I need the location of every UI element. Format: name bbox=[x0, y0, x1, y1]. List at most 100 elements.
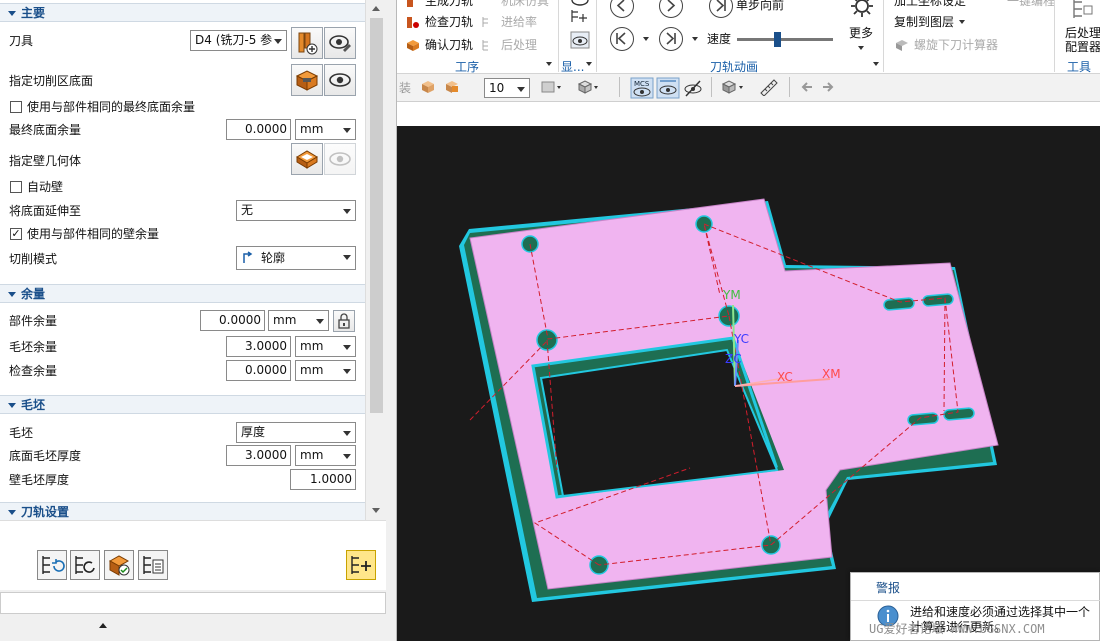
more-label[interactable]: 更多 bbox=[849, 25, 873, 41]
part-icon[interactable] bbox=[420, 79, 436, 95]
toolbar-left-label: 装 bbox=[399, 81, 412, 95]
step-forward-label: 单步向前 bbox=[736, 0, 785, 12]
auto-wall-checkbox[interactable] bbox=[10, 181, 22, 193]
back-arrow-icon[interactable] bbox=[800, 81, 814, 93]
check-stock-unit-select[interactable]: mm bbox=[295, 360, 356, 381]
feedrate-item[interactable]: 进给率 bbox=[481, 14, 537, 30]
part-model[interactable] bbox=[397, 126, 1100, 641]
rewind-button[interactable] bbox=[610, 0, 634, 18]
assembly-icon[interactable] bbox=[444, 79, 460, 95]
tool-label: 刀具 bbox=[9, 34, 34, 48]
verify-button[interactable] bbox=[104, 550, 134, 580]
unit-value: mm bbox=[300, 122, 324, 136]
count-select[interactable]: 10 bbox=[484, 78, 530, 98]
section-toolpath-header[interactable]: 刀轨设置 bbox=[0, 502, 365, 520]
dialog-scrollbar[interactable] bbox=[365, 0, 386, 520]
generate-toolpath-item[interactable]: 生成刀轨 bbox=[405, 0, 473, 9]
extend-select[interactable]: 无 bbox=[236, 200, 356, 221]
chevron-down-icon bbox=[517, 87, 525, 92]
graphics-viewport[interactable]: XM YM XC YC ZC bbox=[397, 126, 1100, 641]
cut-mode-value: 轮廓 bbox=[261, 251, 286, 265]
postprocess-item[interactable]: 后处理 bbox=[481, 37, 537, 53]
replay-button[interactable] bbox=[70, 550, 100, 580]
chevron-down-icon bbox=[343, 454, 351, 459]
play-button[interactable] bbox=[659, 0, 683, 18]
tool-select[interactable]: D4 (铣刀-5 参 bbox=[190, 30, 287, 51]
same-floor-checkbox[interactable] bbox=[10, 101, 22, 113]
chevron-down-icon bbox=[343, 128, 351, 133]
scrollbar-thumb[interactable] bbox=[370, 18, 383, 413]
blank-display-icon[interactable] bbox=[721, 79, 747, 95]
check-stock-input[interactable]: 0.0000 bbox=[226, 360, 291, 381]
part-stock-input[interactable]: 0.0000 bbox=[200, 310, 265, 331]
same-wall-checkbox[interactable]: ✓ bbox=[10, 228, 22, 240]
lock-button[interactable] bbox=[333, 310, 355, 332]
mcs-display-icon[interactable]: MCS bbox=[630, 77, 654, 99]
chevron-down-icon[interactable] bbox=[692, 37, 698, 41]
render-style-icon[interactable] bbox=[577, 79, 601, 95]
postprocess-label: 后处理 bbox=[501, 38, 538, 52]
show-wall-button[interactable] bbox=[324, 143, 356, 175]
speed-slider-thumb[interactable] bbox=[774, 32, 782, 47]
chevron-down-icon bbox=[343, 431, 351, 436]
quick-program-button[interactable] bbox=[346, 550, 376, 580]
edit-tool-button[interactable] bbox=[324, 27, 356, 59]
scroll-down-icon[interactable] bbox=[372, 508, 380, 513]
section-main-header[interactable]: 主要 bbox=[0, 3, 365, 22]
collapse-arrow-icon bbox=[8, 292, 16, 297]
speed-slider-track[interactable] bbox=[737, 32, 833, 47]
play-icon bbox=[667, 0, 676, 12]
floor-blank-unit-select[interactable]: mm bbox=[295, 445, 356, 466]
post-config-label-2[interactable]: 配置器 bbox=[1065, 39, 1100, 55]
machine-sim-item[interactable]: 机床仿真 bbox=[481, 0, 549, 9]
part-stock-unit-select[interactable]: mm bbox=[268, 310, 329, 331]
coord-item[interactable]: 加工坐标设定 bbox=[894, 0, 966, 9]
check-toolpath-label: 检查刀轨 bbox=[425, 15, 474, 29]
group-display-expand-icon[interactable] bbox=[586, 62, 592, 66]
thread-calc-item[interactable]: 螺旋下刀计算器 bbox=[894, 37, 998, 53]
cut-mode-select[interactable]: 轮廓 bbox=[236, 246, 356, 270]
hide-toolpath-icon[interactable] bbox=[682, 77, 704, 99]
collapse-bar[interactable] bbox=[0, 617, 386, 635]
generate-button[interactable] bbox=[37, 550, 67, 580]
blank-stock-input[interactable]: 3.0000 bbox=[226, 336, 291, 357]
forward-arrow-icon[interactable] bbox=[821, 81, 835, 93]
check-toolpath-item[interactable]: 检查刀轨 bbox=[405, 14, 473, 30]
select-wall-button[interactable] bbox=[291, 143, 323, 175]
blank-select[interactable]: 厚度 bbox=[236, 422, 356, 443]
chevron-down-icon[interactable] bbox=[643, 37, 649, 41]
measure-icon[interactable] bbox=[759, 78, 779, 96]
chevron-down-icon[interactable] bbox=[858, 46, 864, 50]
group-display-label: 显... bbox=[561, 60, 585, 74]
chevron-down-icon[interactable] bbox=[959, 20, 965, 24]
group-ops-expand-icon[interactable] bbox=[546, 62, 552, 66]
confirm-toolpath-item[interactable]: 确认刀轨 bbox=[405, 37, 473, 53]
section-blank-header[interactable]: 毛坯 bbox=[0, 395, 365, 414]
blank-label: 毛坯 bbox=[9, 426, 34, 440]
new-tool-button[interactable] bbox=[291, 27, 323, 59]
group-anim-expand-icon[interactable] bbox=[873, 62, 879, 66]
xc-axis-label: XC bbox=[777, 370, 793, 384]
to-end-button[interactable] bbox=[659, 27, 683, 51]
list-button[interactable] bbox=[138, 550, 168, 580]
display-icons[interactable] bbox=[569, 0, 591, 58]
final-floor-input[interactable]: 0.0000 bbox=[226, 119, 291, 140]
copy-layer-item[interactable]: 复制到图层 bbox=[894, 14, 954, 30]
more-gear-icon[interactable] bbox=[847, 0, 877, 22]
blank-stock-unit-select[interactable]: mm bbox=[295, 336, 356, 357]
floor-blank-input[interactable]: 3.0000 bbox=[226, 445, 291, 466]
toolpath-display-icon[interactable] bbox=[656, 77, 680, 99]
step-forward-button[interactable] bbox=[709, 0, 733, 18]
show-floor-button[interactable] bbox=[324, 64, 356, 96]
section-stock-header[interactable]: 余量 bbox=[0, 284, 365, 303]
wall-blank-input[interactable]: 1.0000 bbox=[290, 469, 356, 490]
feedrate-label: 进给率 bbox=[501, 15, 538, 29]
quick-program-item[interactable]: 一键编程 bbox=[1007, 0, 1055, 9]
scroll-up-icon[interactable] bbox=[372, 6, 380, 11]
collapse-up-icon[interactable] bbox=[99, 623, 107, 628]
shaded-view-icon[interactable] bbox=[540, 79, 562, 95]
final-floor-unit-select[interactable]: mm bbox=[295, 119, 356, 140]
post-config-icon[interactable] bbox=[1069, 0, 1095, 22]
to-start-button[interactable] bbox=[610, 27, 634, 51]
select-floor-button[interactable] bbox=[291, 64, 323, 96]
